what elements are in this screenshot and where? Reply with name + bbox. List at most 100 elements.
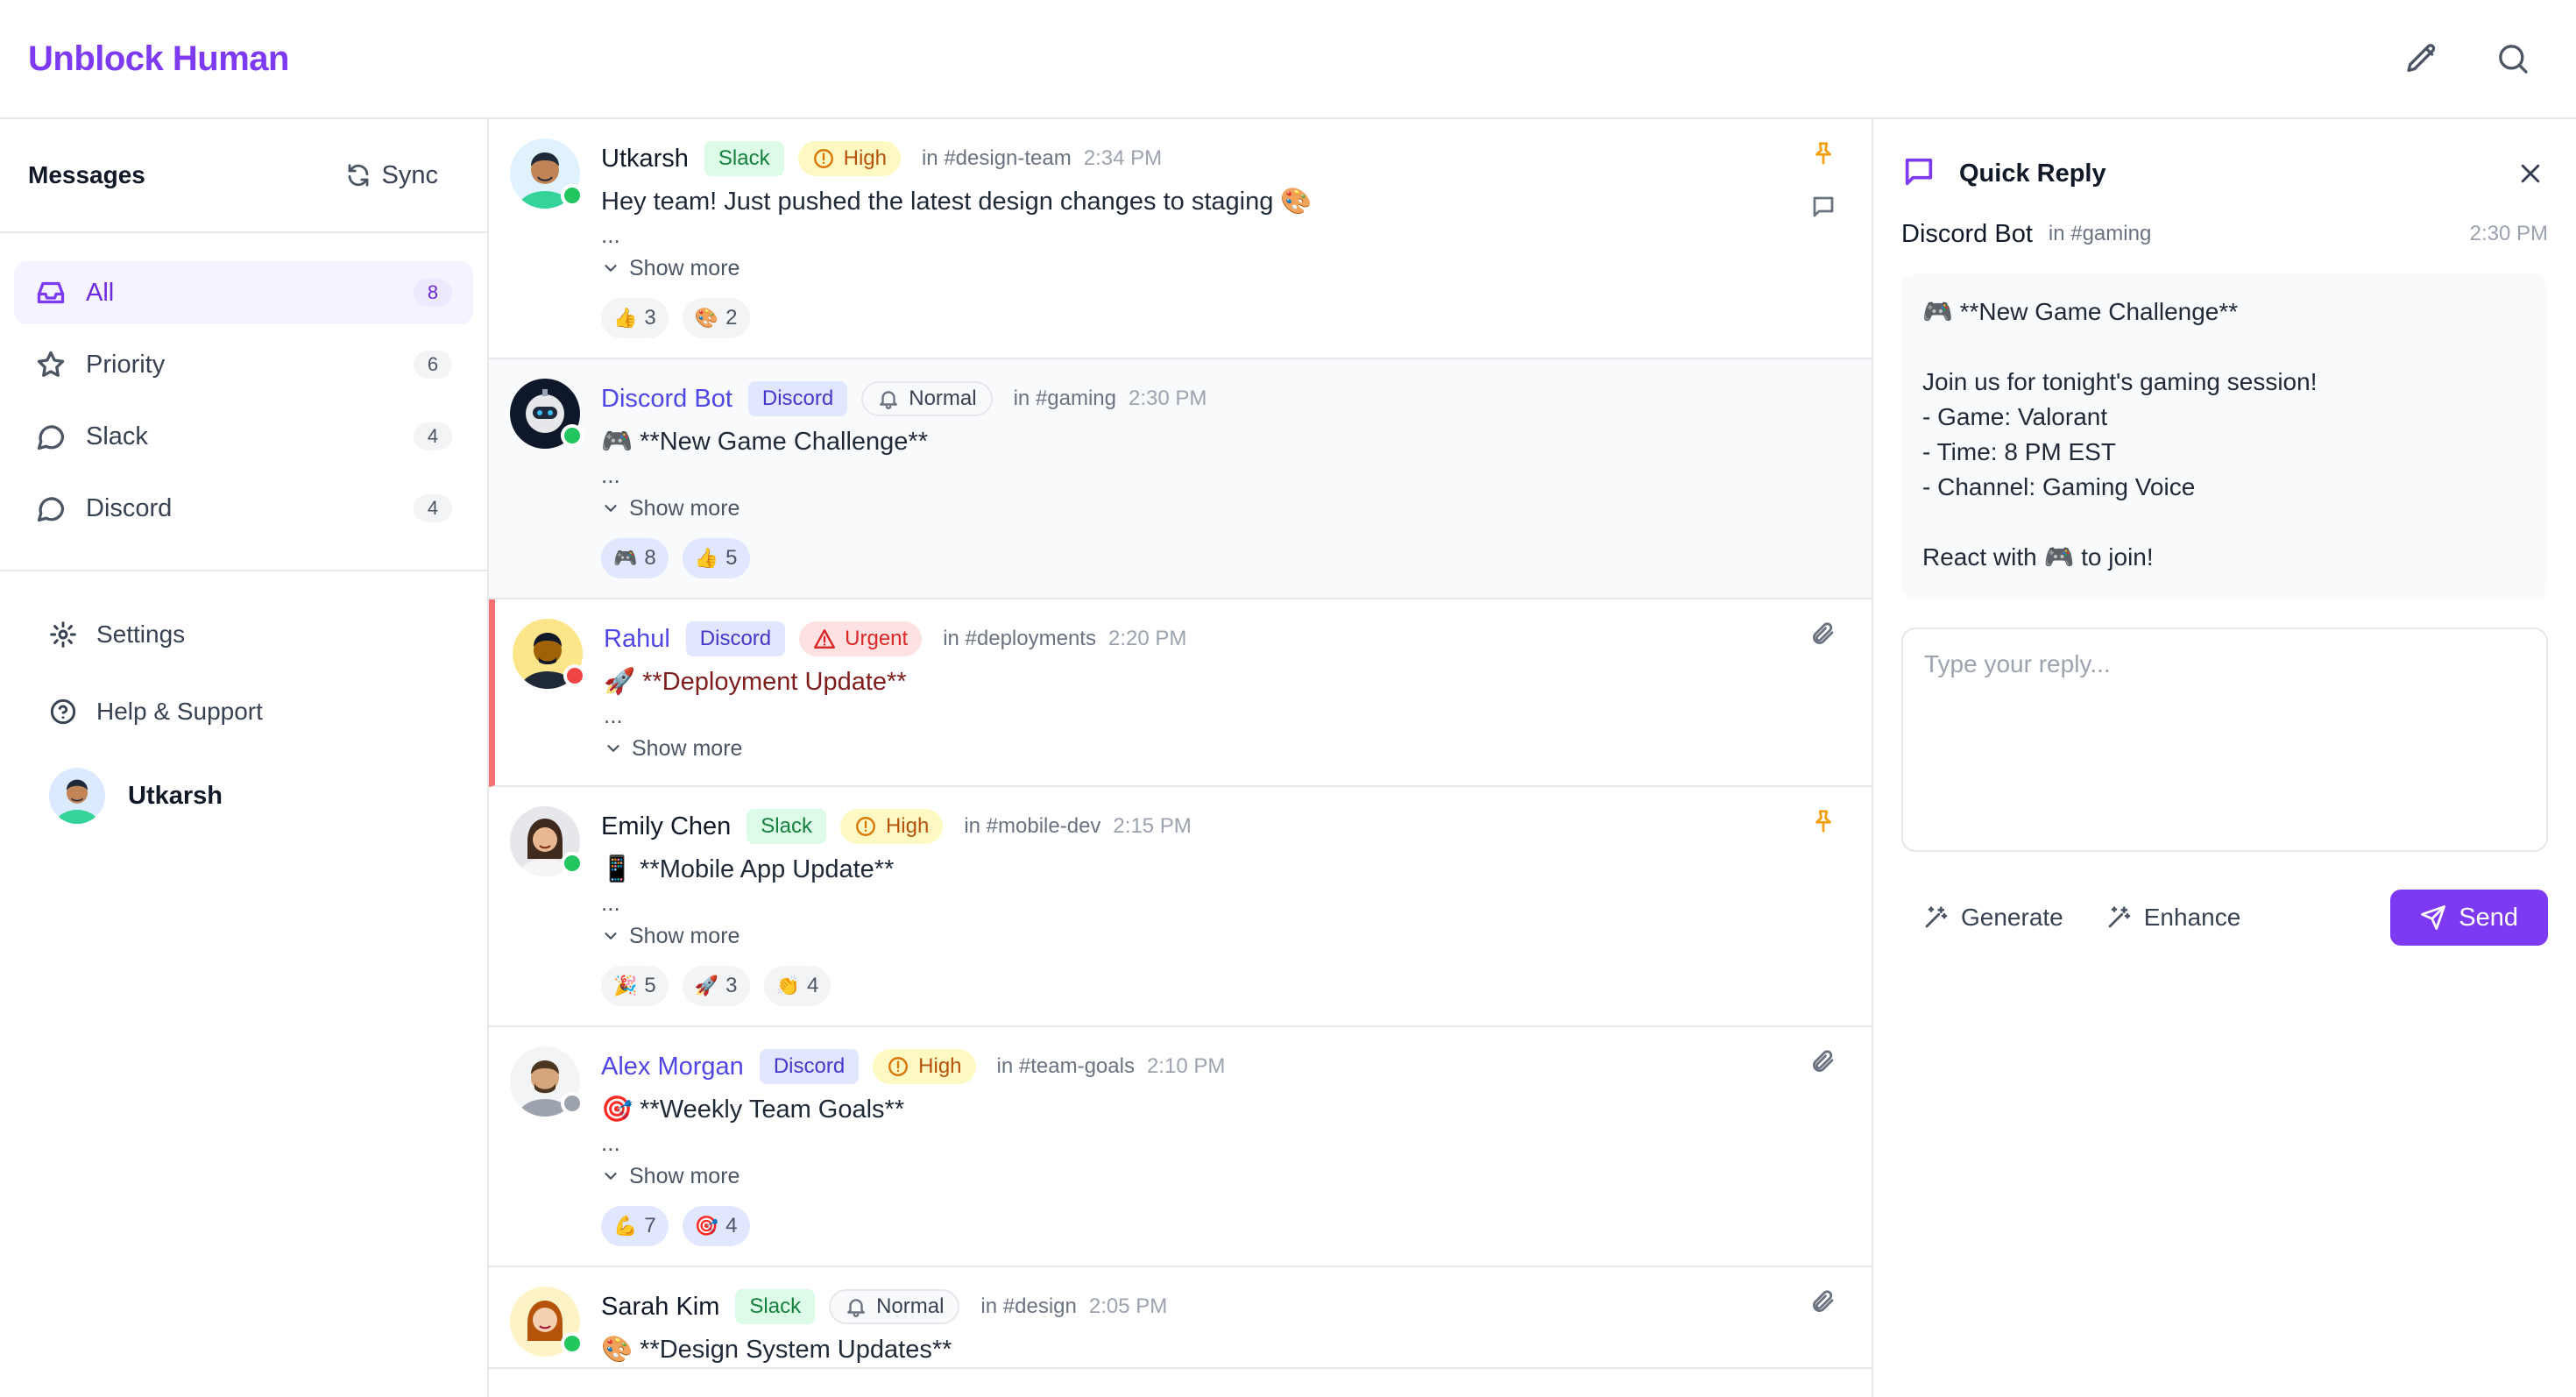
message-meta: Utkarsh Slack High in #design-team 2:34 … — [601, 138, 1851, 179]
sidebar-item-slack[interactable]: Slack 4 — [14, 405, 473, 468]
search-button[interactable] — [2492, 38, 2534, 80]
priority-label: High — [843, 146, 887, 170]
compose-button[interactable] — [2401, 38, 2443, 80]
priority-label: High — [885, 814, 930, 838]
show-more-label: Show more — [632, 735, 743, 761]
sender-name[interactable]: Discord Bot — [601, 385, 732, 414]
star-icon — [37, 351, 65, 377]
help-link[interactable]: Help & Support — [28, 673, 459, 750]
sender-name[interactable]: Emily Chen — [601, 812, 731, 841]
message-text: 🚀 **Deployment Update** — [604, 668, 907, 696]
reaction-emoji: 💪 — [613, 1215, 638, 1237]
sidebar-item-label: All — [86, 278, 115, 307]
message-row[interactable]: Rahul Discord Urgent in #deployments 2:2… — [489, 599, 1872, 787]
user-profile[interactable]: Utkarsh — [28, 757, 459, 834]
refresh-icon — [348, 164, 368, 187]
generate-button[interactable]: Generate — [1901, 890, 2084, 946]
show-more-button[interactable]: Show more — [604, 731, 742, 766]
message-row[interactable]: Alex Morgan Discord High in #team-goals … — [489, 1027, 1872, 1267]
paperclip-icon — [1813, 622, 1834, 644]
enhance-label: Enhance — [2143, 904, 2241, 931]
sync-button[interactable]: Sync — [345, 161, 459, 190]
reaction-emoji: 🎨 — [694, 307, 719, 329]
message-list: Utkarsh Slack High in #design-team 2:34 … — [489, 119, 1873, 1397]
chat-bubble-icon — [37, 497, 65, 522]
reply-button[interactable] — [1810, 194, 1836, 224]
show-more-button[interactable]: Show more — [601, 491, 740, 526]
paperclip-icon — [1813, 1290, 1834, 1312]
sidebar-item-count: 6 — [414, 351, 452, 379]
send-label: Send — [2459, 903, 2518, 932]
sidebar-footer: Settings Help & Support Utkarsh — [0, 571, 487, 859]
reaction-chip[interactable]: 👍 5 — [682, 538, 750, 578]
message-row[interactable]: Sarah Kim Slack Normal in #design 2:05 P… — [489, 1267, 1872, 1369]
pin-button[interactable] — [1810, 140, 1836, 171]
message-row[interactable]: Emily Chen Slack High in #mobile-dev 2:1… — [489, 787, 1872, 1027]
status-busy-indicator — [563, 664, 586, 687]
enhance-button[interactable]: Enhance — [2084, 890, 2262, 946]
quote-line: - Time: 8 PM EST — [1922, 438, 2116, 465]
show-more-button[interactable]: Show more — [601, 1159, 740, 1194]
priority-badge: Urgent — [799, 621, 923, 656]
reactions: 🎮 8 👍 5 — [601, 538, 1851, 578]
reaction-count: 7 — [644, 1214, 656, 1237]
reaction-chip[interactable]: 🚀 3 — [682, 966, 750, 1006]
sidebar-item-priority[interactable]: Priority 6 — [14, 333, 473, 396]
show-more-button[interactable]: Show more — [601, 251, 740, 286]
show-more-button[interactable]: Show more — [601, 918, 740, 954]
priority-label: Normal — [876, 1294, 945, 1318]
sidebar-item-label: Discord — [86, 493, 173, 522]
reply-sender: Discord Bot — [1901, 219, 2033, 248]
sender-name[interactable]: Sarah Kim — [601, 1293, 719, 1322]
avatar — [513, 619, 586, 689]
message-time: 2:15 PM — [1113, 814, 1192, 838]
attachment-button[interactable] — [1810, 1288, 1836, 1319]
reaction-chip[interactable]: 🎨 2 — [682, 298, 750, 338]
send-button[interactable]: Send — [2390, 890, 2548, 946]
message-row[interactable]: Utkarsh Slack High in #design-team 2:34 … — [489, 119, 1872, 359]
sender-name[interactable]: Utkarsh — [601, 145, 689, 174]
search-icon — [2499, 45, 2528, 74]
sidebar-item-discord[interactable]: Discord 4 — [14, 477, 473, 540]
pin-button[interactable] — [1810, 808, 1836, 839]
comment-icon — [1813, 196, 1834, 217]
sidebar-item-all[interactable]: All 8 — [14, 261, 473, 324]
message-body: Rahul Discord Urgent in #deployments 2:2… — [604, 619, 1851, 785]
quote-line — [1922, 505, 2527, 540]
reaction-count: 2 — [725, 306, 738, 330]
reaction-chip[interactable]: 🎮 8 — [601, 538, 669, 578]
message-text: 📱 **Mobile App Update** — [601, 855, 895, 883]
status-online-indicator — [561, 1332, 584, 1355]
quote-line: 🎮 **New Game Challenge** — [1922, 298, 2239, 325]
attachment-button[interactable] — [1810, 620, 1836, 651]
quoted-message: 🎮 **New Game Challenge** Join us for ton… — [1901, 273, 2548, 599]
platform-badge: Slack — [704, 141, 784, 176]
message-ellipsis: ... — [601, 1130, 620, 1156]
alert-circle-icon — [813, 149, 833, 168]
top-bar: Unblock Human — [0, 0, 2576, 119]
priority-badge: High — [873, 1049, 976, 1084]
reaction-count: 8 — [644, 546, 656, 570]
reaction-chip[interactable]: 👍 3 — [601, 298, 669, 338]
close-panel-button[interactable] — [2513, 156, 2548, 191]
sender-name[interactable]: Alex Morgan — [601, 1053, 744, 1081]
message-time: 2:34 PM — [1083, 146, 1163, 170]
message-text: 🎨 **Design System Updates** — [601, 1336, 952, 1364]
avatar — [510, 1287, 584, 1357]
bell-icon — [847, 1299, 865, 1317]
reply-input[interactable] — [1901, 628, 2548, 852]
reaction-emoji: 🎯 — [694, 1215, 719, 1237]
show-more-label: Show more — [629, 255, 740, 280]
priority-label: Normal — [909, 386, 977, 410]
reaction-chip[interactable]: 🎉 5 — [601, 966, 669, 1006]
channel-name: in #team-goals — [996, 1054, 1135, 1078]
reaction-chip[interactable]: 👏 4 — [763, 966, 832, 1006]
message-row[interactable]: Discord Bot Discord Normal in #gaming 2:… — [489, 359, 1872, 599]
settings-link[interactable]: Settings — [28, 596, 459, 673]
reaction-emoji: 🎉 — [613, 975, 638, 996]
reaction-chip[interactable]: 💪 7 — [601, 1206, 669, 1246]
attachment-button[interactable] — [1810, 1048, 1836, 1079]
reaction-chip[interactable]: 🎯 4 — [682, 1206, 750, 1246]
row-actions — [1810, 1288, 1836, 1319]
sender-name[interactable]: Rahul — [604, 625, 670, 654]
